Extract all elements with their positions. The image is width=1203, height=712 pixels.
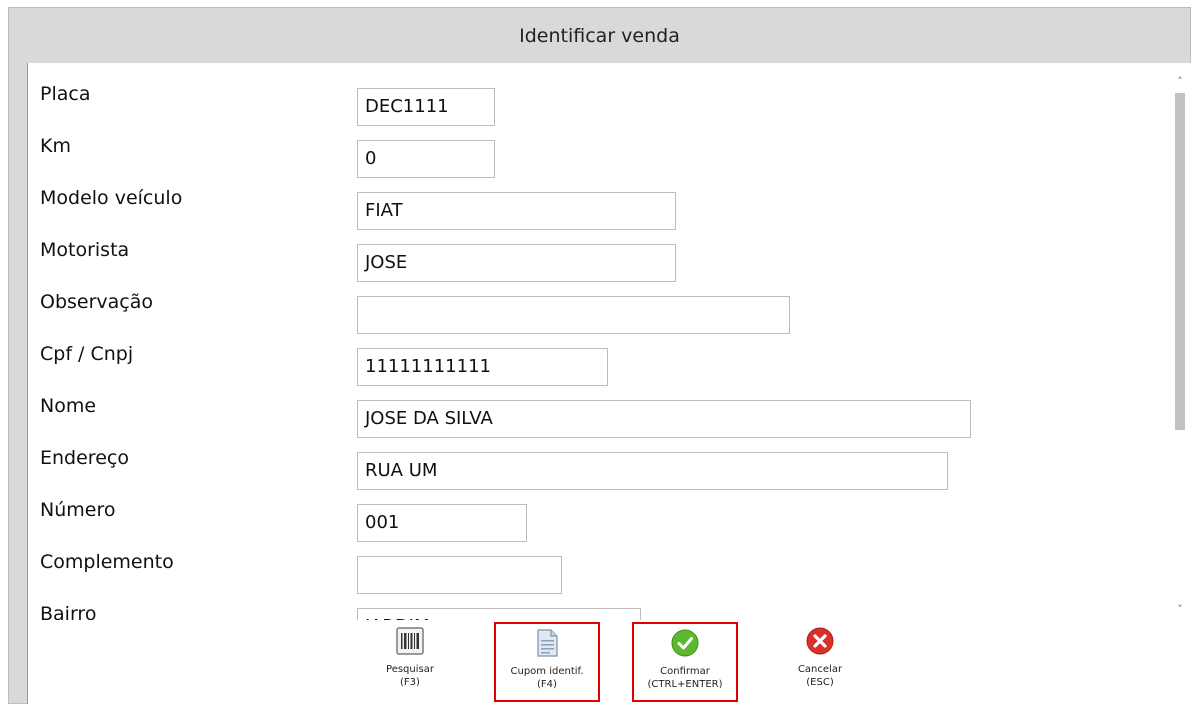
km-input[interactable]: 0 <box>357 140 495 178</box>
observacao-input[interactable] <box>357 296 790 334</box>
field-row-complemento: Complemento <box>28 551 1158 594</box>
nome-input[interactable]: JOSE DA SILVA <box>357 400 971 438</box>
action-toolbar: Pesquisar (F3) Cupom identif. (F4) Confi… <box>28 620 1191 704</box>
field-row-km: Km 0 <box>28 135 1158 178</box>
modelo-veiculo-input[interactable]: FIAT <box>357 192 676 230</box>
endereco-input[interactable]: RUA UM <box>357 452 948 490</box>
field-row-placa: Placa DEC1111 <box>28 83 1158 126</box>
field-label-complemento: Complemento <box>40 551 174 573</box>
cancel-icon <box>806 627 834 655</box>
field-row-bairro: Bairro JARDIM <box>28 603 1158 620</box>
field-row-modelo-veiculo: Modelo veículo FIAT <box>28 187 1158 230</box>
field-label-placa: Placa <box>40 83 91 105</box>
cpf-cnpj-input[interactable]: 11111111111 <box>357 348 608 386</box>
field-label-numero: Número <box>40 499 116 521</box>
bairro-input[interactable]: JARDIM <box>357 608 641 620</box>
dialog-title: Identificar venda <box>519 24 680 47</box>
checkmark-icon <box>671 629 699 657</box>
scroll-up-arrow-icon[interactable]: ˄ <box>1168 71 1191 93</box>
cancelar-label: Cancelar <box>797 664 843 675</box>
motorista-input[interactable]: JOSE <box>357 244 676 282</box>
cancelar-shortcut: (ESC) <box>806 677 834 688</box>
field-row-numero: Número 001 <box>28 499 1158 542</box>
field-label-nome: Nome <box>40 395 97 417</box>
field-label-observacao: Observação <box>40 291 154 313</box>
cupom-identif-shortcut: (F4) <box>537 679 557 690</box>
field-row-observacao: Observação <box>28 291 1158 334</box>
field-row-nome: Nome JOSE DA SILVA <box>28 395 1158 438</box>
confirmar-shortcut: (CTRL+ENTER) <box>647 679 723 690</box>
pesquisar-button[interactable]: Pesquisar (F3) <box>368 622 452 702</box>
cupom-identif-button[interactable]: Cupom identif. (F4) <box>494 622 600 702</box>
cupom-identif-label: Cupom identif. <box>510 666 584 677</box>
field-label-bairro: Bairro <box>40 603 97 620</box>
placa-input[interactable]: DEC1111 <box>357 88 495 126</box>
field-label-endereco: Endereço <box>40 447 129 469</box>
document-icon <box>537 629 558 657</box>
complemento-input[interactable] <box>357 556 562 594</box>
field-label-km: Km <box>40 135 71 157</box>
field-row-cpf-cnpj: Cpf / Cnpj 11111111111 <box>28 343 1158 386</box>
field-label-cpf-cnpj: Cpf / Cnpj <box>40 343 134 365</box>
field-row-endereco: Endereço RUA UM <box>28 447 1158 490</box>
identify-sale-dialog: Identificar venda Placa DEC1111 Km 0 Mod… <box>8 7 1191 704</box>
confirmar-button[interactable]: Confirmar (CTRL+ENTER) <box>632 622 738 702</box>
field-label-motorista: Motorista <box>40 239 130 261</box>
pesquisar-shortcut: (F3) <box>400 677 420 688</box>
scroll-thumb[interactable] <box>1175 93 1185 430</box>
field-label-modelo-veiculo: Modelo veículo <box>40 187 183 209</box>
pesquisar-label: Pesquisar <box>386 664 434 675</box>
vertical-scrollbar[interactable]: ˄ ˅ <box>1168 63 1191 620</box>
field-row-motorista: Motorista JOSE <box>28 239 1158 282</box>
dialog-body: Placa DEC1111 Km 0 Modelo veículo FIAT M… <box>27 63 1191 704</box>
confirmar-label: Confirmar <box>660 666 710 677</box>
barcode-icon <box>396 627 424 655</box>
numero-input[interactable]: 001 <box>357 504 527 542</box>
scroll-down-arrow-icon[interactable]: ˅ <box>1168 599 1191 621</box>
cancelar-button[interactable]: Cancelar (ESC) <box>778 622 862 702</box>
form-area: Placa DEC1111 Km 0 Modelo veículo FIAT M… <box>28 63 1168 620</box>
